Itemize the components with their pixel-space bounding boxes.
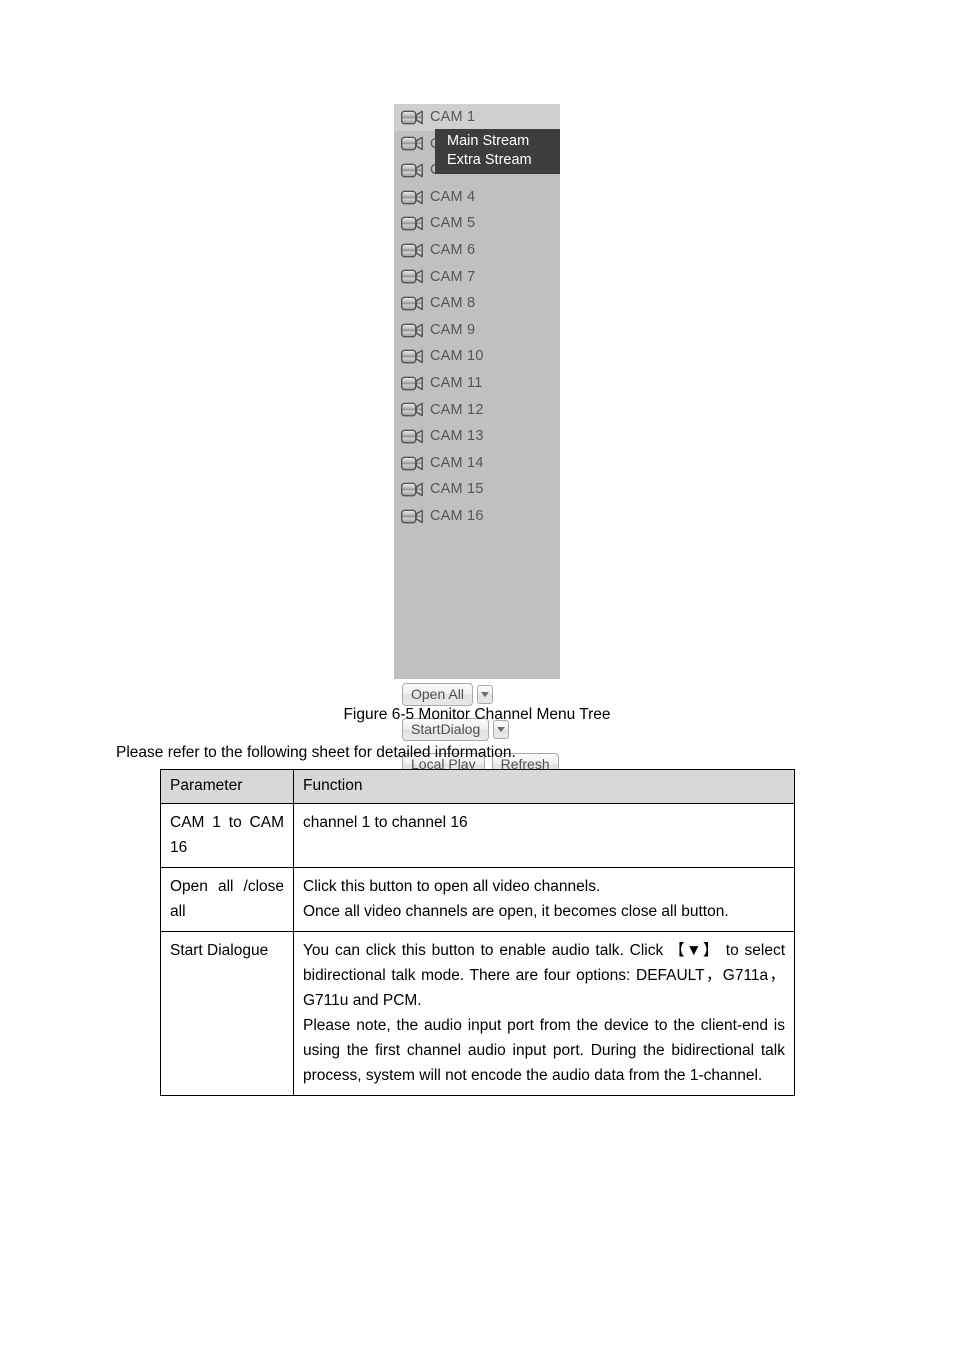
table-cell-parameter: Start Dialogue xyxy=(160,931,294,1096)
table-cell-function: You can click this button to enable audi… xyxy=(293,931,795,1096)
chevron-down-icon xyxy=(497,727,506,732)
camcorder-icon xyxy=(401,456,423,470)
chevron-down-icon xyxy=(480,692,489,697)
channel-label: CAM 9 xyxy=(430,321,476,338)
channel-row[interactable]: CAM 16 xyxy=(394,503,560,530)
channel-label: CAM 5 xyxy=(430,215,476,232)
channel-row[interactable]: CAM 5 xyxy=(394,210,560,237)
channel-row[interactable]: CAM 9 xyxy=(394,317,560,344)
camcorder-icon xyxy=(401,190,423,204)
channel-label: CAM 10 xyxy=(430,348,484,365)
stream-context-menu[interactable]: Main Stream Extra Stream xyxy=(435,129,560,174)
camcorder-icon xyxy=(401,243,423,258)
table-cell-paragraph: Please note, the audio input port from t… xyxy=(303,1017,785,1084)
channel-label: CAM 12 xyxy=(430,401,484,418)
table-header-row: Parameter Function xyxy=(160,769,795,804)
context-menu-item[interactable]: Main Stream xyxy=(435,132,560,151)
open-all-button-row: Open All xyxy=(394,683,560,706)
camcorder-icon xyxy=(401,376,423,391)
channel-row[interactable]: CAM 4 xyxy=(394,184,560,211)
camcorder-icon xyxy=(401,216,423,231)
table-cell-paragraph: channel 1 to channel 16 xyxy=(303,814,468,831)
parameter-function-table: Parameter Function CAM 1 to CAM 16 channe… xyxy=(160,769,795,1096)
channel-label: CAM 15 xyxy=(430,481,484,498)
channel-row[interactable]: CAM 1 xyxy=(394,104,560,131)
open-all-button[interactable]: Open All xyxy=(402,683,473,706)
channel-row[interactable]: CAM 10 xyxy=(394,343,560,370)
camcorder-icon xyxy=(401,429,423,444)
table-row: Open all /close all Click this button to … xyxy=(160,867,795,932)
table-cell-paragraph: Click this button to open all video chan… xyxy=(303,878,601,895)
camcorder-icon xyxy=(401,349,423,364)
camcorder-icon xyxy=(401,136,423,151)
open-all-dropdown-button[interactable] xyxy=(476,685,493,704)
table-cell-function: channel 1 to channel 16 xyxy=(293,803,795,868)
channel-row[interactable]: CAM 6 xyxy=(394,237,560,264)
figure-caption: Figure 6-5 Monitor Channel Menu Tree xyxy=(343,706,611,723)
channel-label: CAM 13 xyxy=(430,428,484,445)
camcorder-icon xyxy=(401,482,423,497)
channel-label: CAM 1 xyxy=(430,109,476,126)
channel-label: CAM 14 xyxy=(430,454,484,471)
table-cell-paragraph: Once all video channels are open, it bec… xyxy=(303,903,729,920)
channel-label: CAM 8 xyxy=(430,295,476,312)
table-row: Start Dialogue You can click this button … xyxy=(160,931,795,1096)
table-row: CAM 1 to CAM 16 channel 1 to channel 16 xyxy=(160,803,795,868)
camcorder-icon xyxy=(401,402,423,417)
table-cell-parameter: Open all /close all xyxy=(160,867,294,932)
channel-label: CAM 11 xyxy=(430,374,483,391)
channel-row[interactable]: CAM 15 xyxy=(394,476,560,503)
camcorder-icon xyxy=(401,296,423,311)
channel-row[interactable]: CAM 11 xyxy=(394,370,560,397)
channel-label: CAM 4 xyxy=(430,188,476,205)
table-body: CAM 1 to CAM 16 channel 1 to channel 16 Op… xyxy=(160,803,795,1096)
table-cell-function: Click this button to open all video chan… xyxy=(293,867,795,932)
camcorder-icon xyxy=(401,110,423,125)
channel-row[interactable]: CAM 7 xyxy=(394,264,560,291)
camcorder-icon xyxy=(401,269,423,284)
channel-label: CAM 6 xyxy=(430,242,476,259)
camcorder-icon xyxy=(401,323,423,337)
channel-label: CAM 16 xyxy=(430,507,484,524)
table-cell-paragraph: You can click this button to enable audi… xyxy=(303,942,785,1009)
table-header-parameter: Parameter xyxy=(160,769,294,804)
camcorder-icon xyxy=(401,163,423,178)
channel-row[interactable]: CAM 8 xyxy=(394,290,560,317)
channel-row[interactable]: CAM 14 xyxy=(394,450,560,477)
table-cell-parameter: CAM 1 to CAM 16 xyxy=(160,803,294,868)
monitor-channel-panel: CAM 1CAM 2CAM 3CAM 4CAM 5CAM 6CAM 7CAM 8… xyxy=(394,104,560,776)
table-header-function: Function xyxy=(293,769,795,804)
context-menu-item[interactable]: Extra Stream xyxy=(435,151,560,170)
channel-label: CAM 7 xyxy=(430,268,476,285)
camcorder-icon xyxy=(401,509,423,524)
channel-row[interactable]: CAM 13 xyxy=(394,423,560,450)
intro-paragraph: Please refer to the following sheet for … xyxy=(116,744,516,761)
channel-row[interactable]: CAM 12 xyxy=(394,397,560,424)
